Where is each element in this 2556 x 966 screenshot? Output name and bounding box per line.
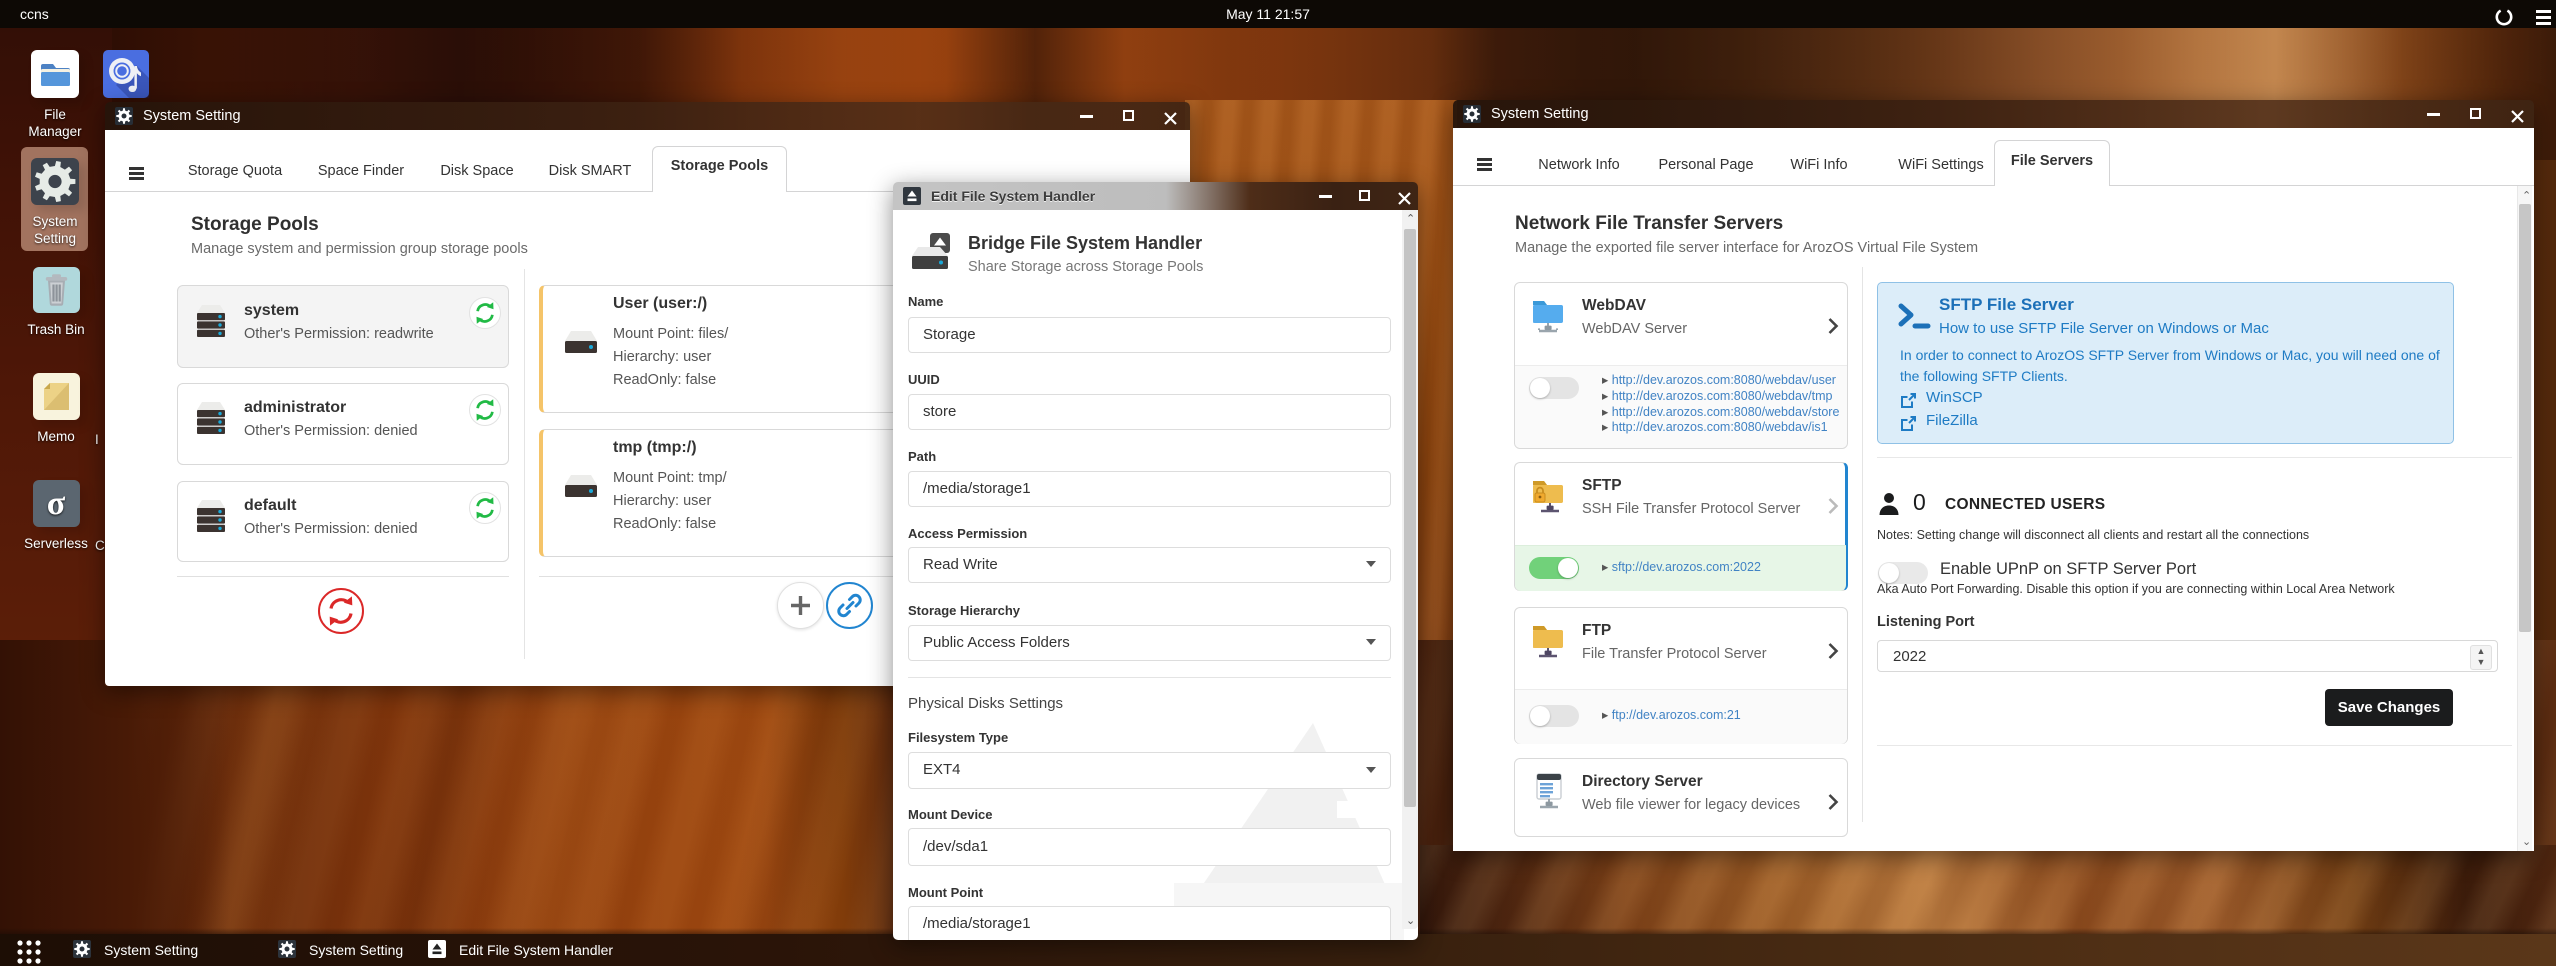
svg-text:σ: σ [46, 485, 65, 522]
